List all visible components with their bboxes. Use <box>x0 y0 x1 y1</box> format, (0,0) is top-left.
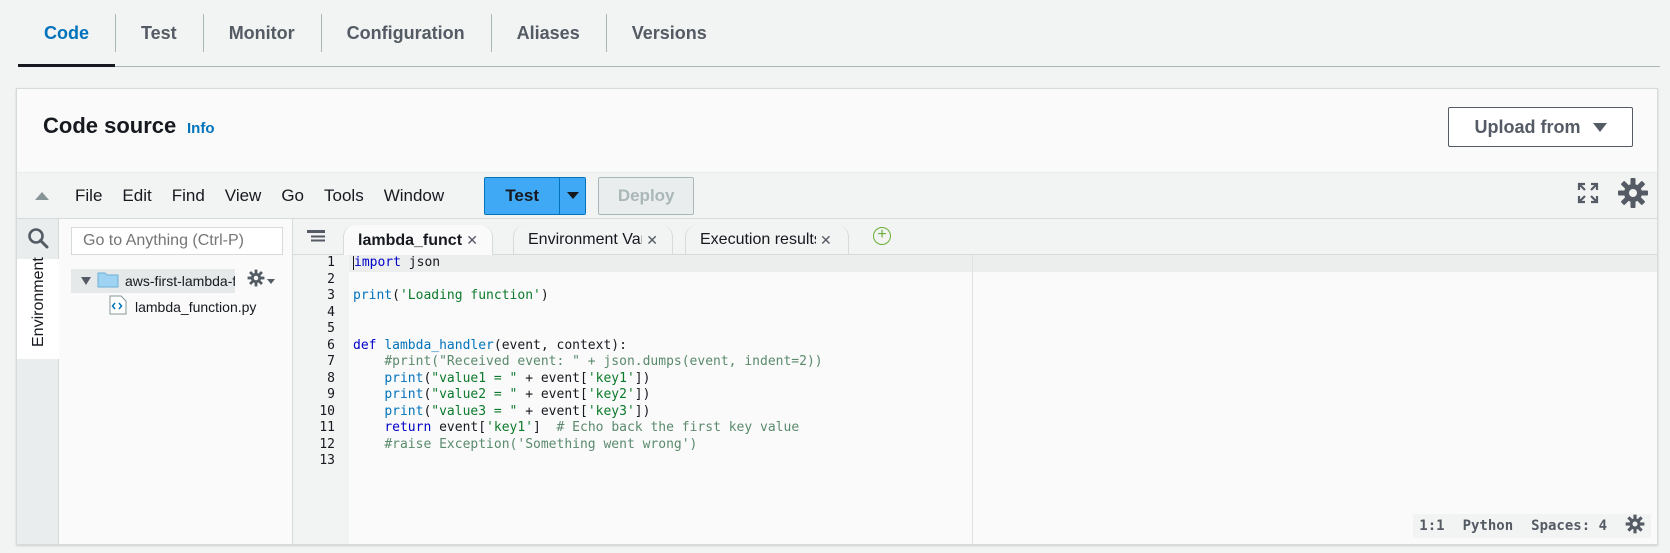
fullscreen-icon[interactable] <box>1577 182 1599 209</box>
test-dropdown-button[interactable] <box>559 177 586 214</box>
ide-toolbar: File Edit Find View Go Tools Window Test… <box>17 173 1657 219</box>
test-button[interactable]: Test <box>485 177 560 214</box>
cursor-position[interactable]: 1:1 <box>1419 518 1444 534</box>
toolbar-right-icons <box>1577 177 1649 214</box>
expand-triangle-icon[interactable] <box>81 277 91 285</box>
code-line: import json <box>349 255 1657 272</box>
upload-from-label: Upload from <box>1474 116 1581 137</box>
add-tab-icon[interactable]: + <box>873 227 891 245</box>
panel-header: Code source Info Upload from <box>17 89 1657 173</box>
test-split-button: Test <box>484 176 587 215</box>
code-editor[interactable]: import json print('Loading function') de… <box>349 255 1657 544</box>
code-line: print("value1 = " + event['key1']) <box>384 370 651 386</box>
tree-folder[interactable]: aws-first-lambda-fur <box>71 269 235 293</box>
tab-monitor[interactable]: Monitor <box>202 0 321 66</box>
line-number: 3 <box>327 288 335 303</box>
deploy-button[interactable]: Deploy <box>598 176 695 215</box>
caret-down-small-icon <box>267 272 275 290</box>
close-tab-icon[interactable]: ✕ <box>466 232 478 249</box>
code-line: print("value2 = " + event['key2']) <box>384 387 651 402</box>
menu-tools[interactable]: Tools <box>314 186 374 206</box>
tree-file-item[interactable]: lambda_function.py <box>109 295 256 318</box>
line-number: 10 <box>319 403 335 419</box>
code-line: def lambda_handler(event, context): <box>353 337 627 353</box>
goto-anything-input[interactable] <box>71 227 283 255</box>
line-number: 12 <box>319 436 335 452</box>
menu-find[interactable]: Find <box>162 186 215 206</box>
code-line: #print("Received event: " + json.dumps(e… <box>384 354 823 369</box>
chevron-down-icon <box>566 192 579 199</box>
tab-code[interactable]: Code <box>18 0 115 67</box>
menu-view[interactable]: View <box>215 186 272 206</box>
editor-tab-label: Environment Var <box>528 231 643 248</box>
environment-label: Environment <box>30 257 47 347</box>
line-number: 4 <box>327 304 335 320</box>
editor-tab-lambda-function[interactable]: lambda_function ✕ <box>343 225 493 256</box>
search-icon[interactable] <box>27 227 49 254</box>
folder-icon <box>97 270 119 293</box>
gear-icon <box>247 269 265 292</box>
side-rail: Environment <box>17 219 59 544</box>
file-name: lambda_function.py <box>135 298 257 315</box>
function-tabs: Code Test Monitor Configuration Aliases … <box>18 0 1660 67</box>
file-tree: aws-first-lambda-fur lambda_function.py <box>59 219 293 544</box>
editor-tab-environment-vars[interactable]: Environment Var ✕ <box>513 225 673 255</box>
editor-settings-icon[interactable] <box>1625 514 1645 538</box>
print-margin <box>972 255 973 544</box>
settings-gear-icon[interactable] <box>1617 177 1649 214</box>
tab-aliases[interactable]: Aliases <box>490 0 606 66</box>
tab-versions[interactable]: Versions <box>605 0 733 66</box>
editor-tabs: lambda_function ✕ Environment Var ✕ Exec… <box>293 219 1657 256</box>
line-number-gutter: 1 2 3 4 5 6 7 8 9 10 11 12 13 <box>293 255 349 544</box>
tree-settings-button[interactable] <box>247 269 275 292</box>
close-tab-icon[interactable]: ✕ <box>820 232 832 249</box>
menu-go[interactable]: Go <box>271 186 314 206</box>
language-mode[interactable]: Python <box>1463 518 1514 534</box>
code-line: #raise Exception('Something went wrong') <box>384 436 698 452</box>
code-line: return event['key1'] # Echo back the fir… <box>384 420 800 435</box>
indent-setting[interactable]: Spaces: 4 <box>1531 518 1607 534</box>
line-number: 5 <box>327 321 335 336</box>
line-number: 1 <box>327 255 335 270</box>
code-line: print('Loading function') <box>353 288 549 303</box>
editor-tab-label: lambda_function <box>358 231 463 249</box>
close-tab-icon[interactable]: ✕ <box>646 232 658 249</box>
folder-name: aws-first-lambda-fur <box>125 273 235 289</box>
tab-list-icon[interactable] <box>307 230 325 249</box>
menu-window[interactable]: Window <box>374 186 454 206</box>
line-number: 7 <box>327 354 335 369</box>
line-number: 8 <box>327 370 335 386</box>
line-number: 6 <box>327 337 335 353</box>
tab-test[interactable]: Test <box>115 0 203 66</box>
menu-file[interactable]: File <box>65 186 112 206</box>
editor-status-bar: 1:1 Python Spaces: 4 <box>1413 514 1651 538</box>
editor-tab-execution-results[interactable]: Execution results ✕ <box>685 225 849 255</box>
caret-down-icon <box>1592 122 1607 132</box>
line-number: 13 <box>319 453 335 468</box>
tab-configuration[interactable]: Configuration <box>320 0 491 66</box>
menu-edit[interactable]: Edit <box>112 186 161 206</box>
upload-from-button[interactable]: Upload from <box>1448 107 1633 147</box>
editor-tab-label: Execution results <box>700 231 816 248</box>
python-file-icon <box>109 295 127 318</box>
line-number: 11 <box>319 420 335 435</box>
line-number: 2 <box>327 271 335 287</box>
code-source-panel: Code source Info Upload from File Edit F… <box>16 88 1658 545</box>
collapse-toolbar-icon[interactable] <box>35 191 49 200</box>
panel-title: Code source <box>43 113 177 138</box>
info-link[interactable]: Info <box>187 120 215 137</box>
environment-tab[interactable]: Environment <box>17 257 59 359</box>
line-number: 9 <box>327 387 335 402</box>
code-line: print("value3 = " + event['key3']) <box>384 403 651 419</box>
